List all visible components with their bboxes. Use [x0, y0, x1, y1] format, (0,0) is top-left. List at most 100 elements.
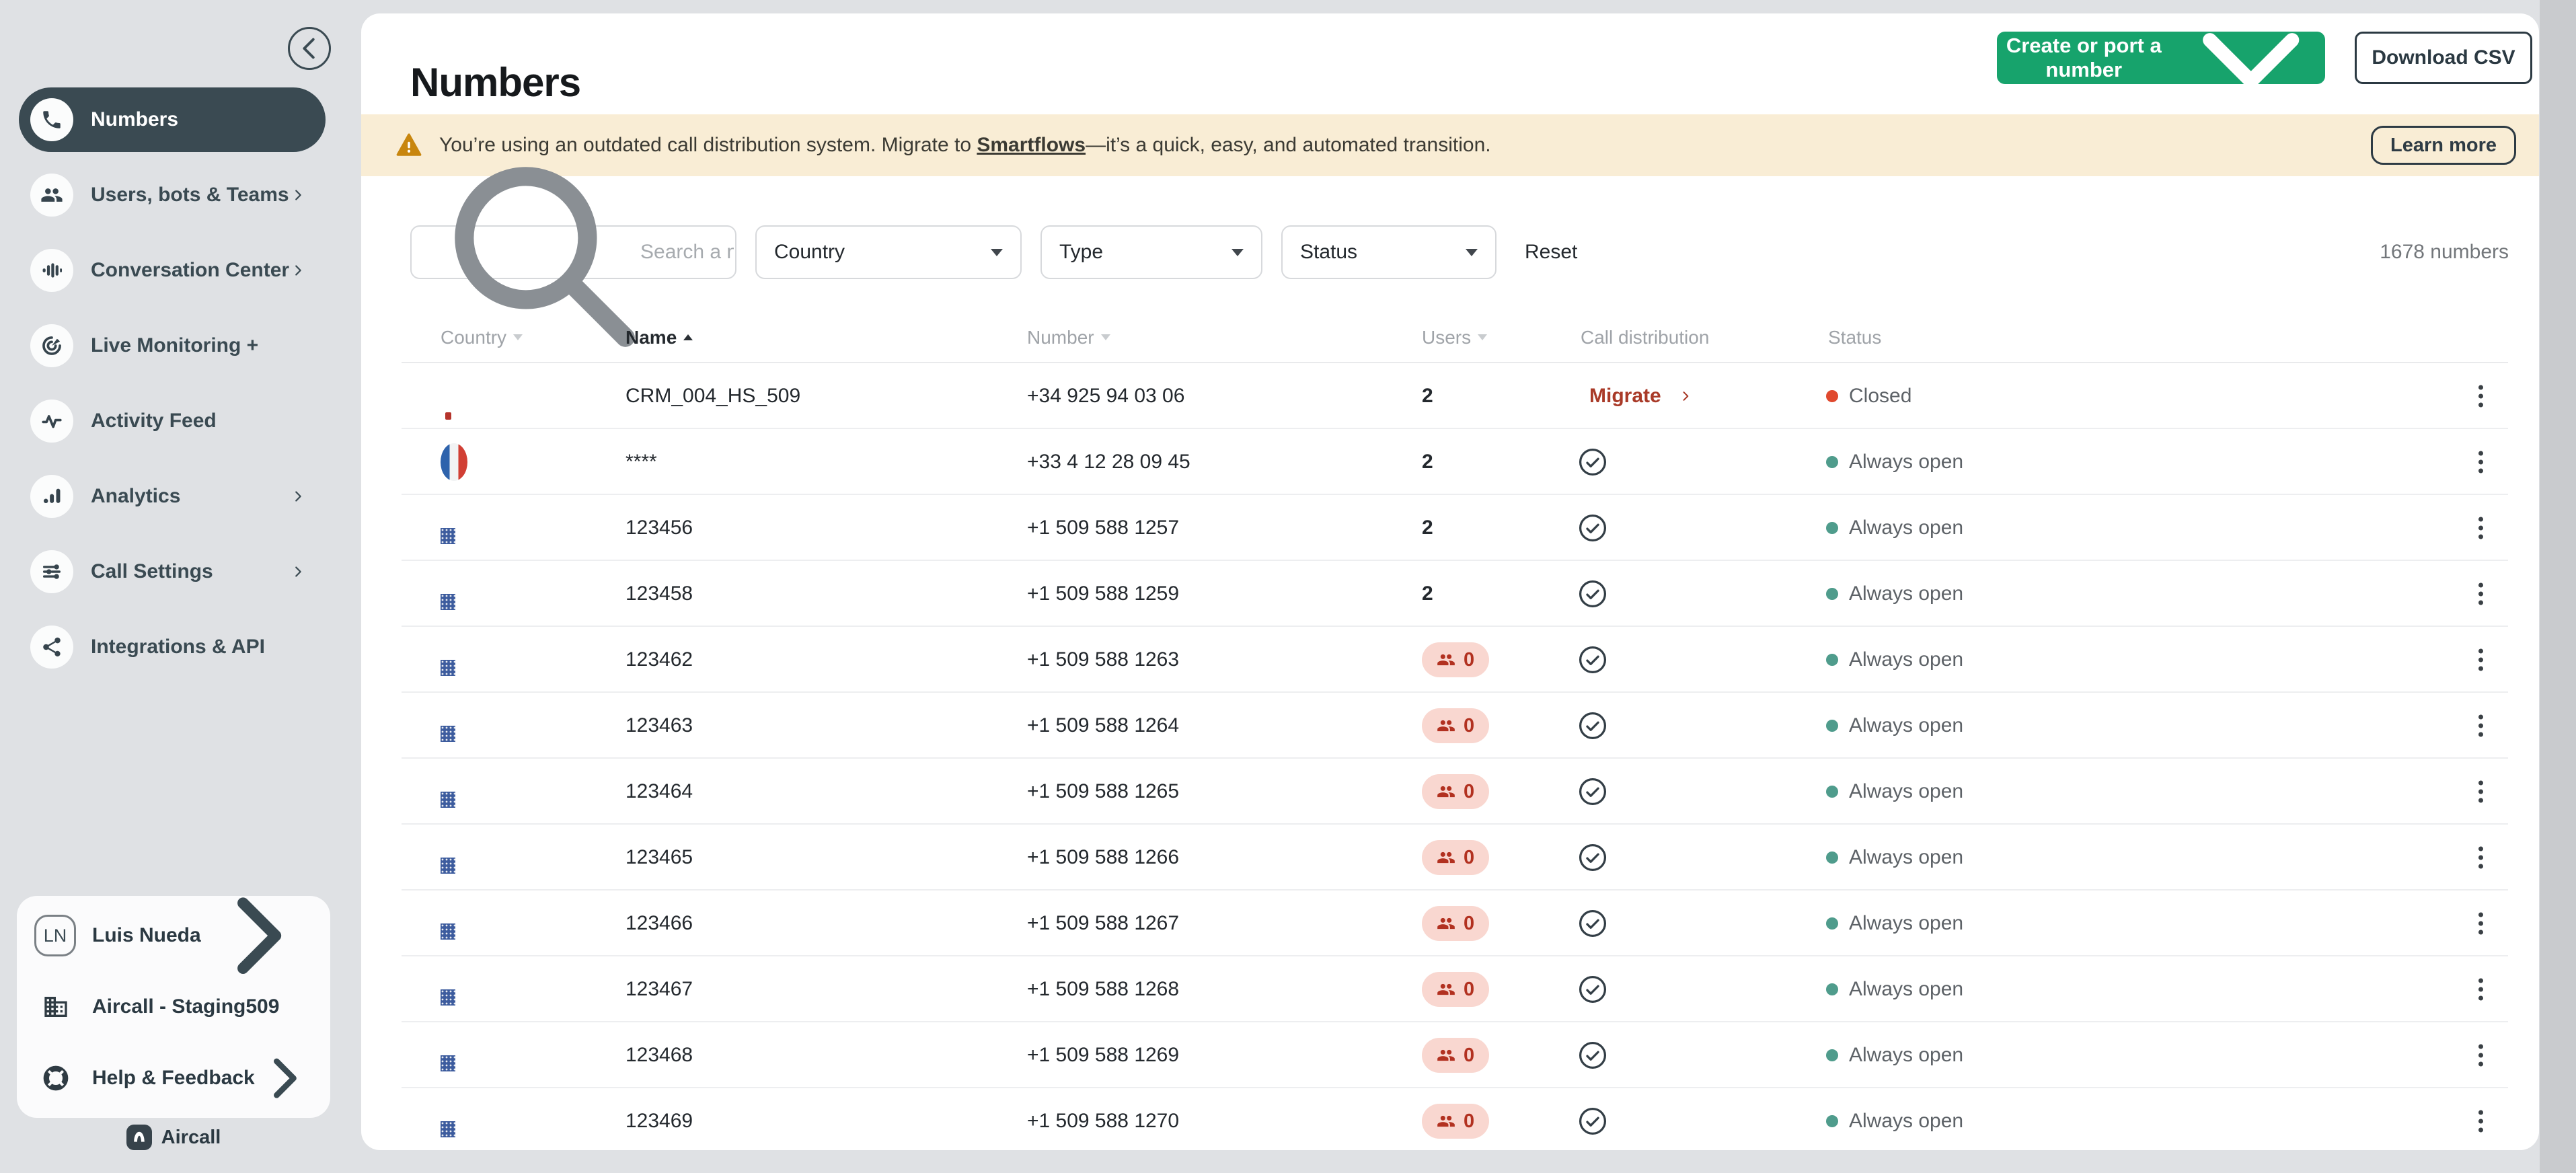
- type-filter-dropdown[interactable]: Type: [1040, 225, 1262, 279]
- kebab-menu-icon[interactable]: [2474, 1106, 2487, 1137]
- caret-down-icon: [1466, 249, 1478, 256]
- sidebar: Numbers Users, bots & Teams Conversation…: [0, 0, 361, 1173]
- sidebar-item-conversation-center[interactable]: Conversation Center: [19, 238, 326, 303]
- status-dot: [1826, 1115, 1838, 1127]
- column-header-name[interactable]: Name: [626, 327, 693, 348]
- sidebar-item-analytics[interactable]: Analytics: [19, 464, 326, 529]
- row-name: 123462: [626, 648, 693, 671]
- scrollbar-track[interactable]: [2540, 0, 2576, 1173]
- migrate-link[interactable]: Migrate: [1589, 385, 1692, 408]
- row-name: 123458: [626, 582, 693, 605]
- sort-down-icon: [1478, 334, 1487, 340]
- create-or-port-number-button[interactable]: Create or port a number: [1997, 32, 2325, 84]
- kebab-menu-icon[interactable]: [2474, 975, 2487, 1005]
- kebab-menu-icon[interactable]: [2474, 513, 2487, 543]
- users-icon: [1437, 716, 1455, 735]
- chevron-down-icon: [2181, 13, 2321, 128]
- users-badge-count: 0: [1464, 715, 1474, 737]
- status-label: Always open: [1849, 582, 1963, 605]
- column-header-users[interactable]: Users: [1422, 327, 1487, 348]
- status-dot: [1826, 786, 1838, 798]
- table-row[interactable]: 123463 +1 509 588 1264 0 Always open: [361, 693, 2539, 759]
- search-input[interactable]: [639, 240, 735, 264]
- table-row[interactable]: 123465 +1 509 588 1266 0 Always open: [361, 825, 2539, 891]
- users-icon: [1437, 650, 1455, 669]
- caret-down-icon: [1232, 249, 1244, 256]
- user-name: Luis Nueda: [92, 924, 201, 947]
- kebab-menu-icon[interactable]: [2474, 1040, 2487, 1071]
- status-dot: [1826, 588, 1838, 600]
- kebab-menu-icon[interactable]: [2474, 579, 2487, 609]
- learn-more-button[interactable]: Learn more: [2371, 126, 2516, 165]
- table-row[interactable]: 123468 +1 509 588 1269 0 Always open: [361, 1022, 2539, 1088]
- table-row[interactable]: 123469 +1 509 588 1270 0 Always open: [361, 1088, 2539, 1150]
- caret-down-icon: [991, 249, 1003, 256]
- chevron-right-icon: [291, 489, 305, 504]
- user-menu-item[interactable]: LN Luis Nueda: [34, 900, 313, 971]
- kebab-menu-icon[interactable]: [2474, 711, 2487, 741]
- page-title: Numbers: [410, 59, 580, 106]
- status-label: Always open: [1849, 1044, 1963, 1067]
- avatar: LN: [34, 915, 76, 956]
- users-count: 2: [1422, 385, 1433, 408]
- sidebar-nav: Numbers Users, bots & Teams Conversation…: [19, 87, 326, 690]
- migration-banner: You’re using an outdated call distributi…: [361, 114, 2539, 176]
- row-number: +1 509 588 1257: [1027, 517, 1179, 539]
- table-row[interactable]: 123462 +1 509 588 1263 0 Always open: [361, 627, 2539, 693]
- chevron-right-icon: [201, 880, 313, 991]
- kebab-menu-icon[interactable]: [2474, 447, 2487, 478]
- table-row[interactable]: 123456 +1 509 588 1257 2 Always open: [361, 495, 2539, 561]
- flag-fr-icon: [441, 443, 467, 481]
- sidebar-item-numbers[interactable]: Numbers: [19, 87, 326, 152]
- row-number: +1 509 588 1263: [1027, 648, 1179, 671]
- reset-filters-button[interactable]: Reset: [1525, 241, 1577, 264]
- chevron-right-icon: [1679, 389, 1692, 403]
- check-circle-icon: [1577, 710, 1608, 741]
- help-label: Help & Feedback: [92, 1067, 255, 1090]
- status-label: Always open: [1849, 978, 1963, 1001]
- network-icon: [30, 626, 73, 669]
- users-count: 2: [1422, 517, 1433, 539]
- table-row[interactable]: 123466 +1 509 588 1267 0 Always open: [361, 891, 2539, 956]
- sidebar-item-users-bots-teams[interactable]: Users, bots & Teams: [19, 163, 326, 227]
- table-row[interactable]: **** +33 4 12 28 09 45 2 Always open: [361, 429, 2539, 495]
- kebab-menu-icon[interactable]: [2474, 909, 2487, 939]
- status-cell: Always open: [1826, 1110, 1963, 1133]
- sidebar-item-integrations-api[interactable]: Integrations & API: [19, 615, 326, 679]
- users-icon: [1437, 914, 1455, 933]
- help-feedback-menu-item[interactable]: Help & Feedback: [34, 1043, 313, 1114]
- sidebar-item-live-monitoring[interactable]: Live Monitoring +: [19, 313, 326, 378]
- table-row[interactable]: 123467 +1 509 588 1268 0 Always open: [361, 956, 2539, 1022]
- status-filter-dropdown[interactable]: Status: [1281, 225, 1497, 279]
- status-dot: [1826, 654, 1838, 666]
- users-badge-count: 0: [1464, 913, 1474, 935]
- account-card: LN Luis Nueda Aircall - Staging509 Help …: [17, 896, 330, 1118]
- table-row[interactable]: 123464 +1 509 588 1265 0 Always open: [361, 759, 2539, 825]
- column-header-number[interactable]: Number: [1027, 327, 1110, 348]
- status-cell: Always open: [1826, 1044, 1963, 1067]
- row-number: +33 4 12 28 09 45: [1027, 451, 1190, 474]
- status-label: Always open: [1849, 517, 1963, 539]
- smartflows-link[interactable]: Smartflows: [977, 134, 1086, 156]
- chevron-right-icon: [255, 1049, 313, 1107]
- table-body: CRM_004_HS_509 +34 925 94 03 06 2 Migrat…: [361, 363, 2539, 1150]
- download-csv-button[interactable]: Download CSV: [2355, 32, 2532, 84]
- country-filter-dropdown[interactable]: Country: [755, 225, 1022, 279]
- check-circle-icon: [1577, 776, 1608, 807]
- sidebar-collapse-button[interactable]: [288, 27, 331, 70]
- building-icon: [42, 993, 69, 1020]
- table-row[interactable]: CRM_004_HS_509 +34 925 94 03 06 2 Migrat…: [361, 363, 2539, 429]
- kebab-menu-icon[interactable]: [2474, 645, 2487, 675]
- sidebar-item-activity-feed[interactable]: Activity Feed: [19, 389, 326, 453]
- row-number: +1 509 588 1266: [1027, 846, 1179, 869]
- status-label: Always open: [1849, 846, 1963, 869]
- kebab-menu-icon[interactable]: [2474, 843, 2487, 873]
- status-cell: Always open: [1826, 648, 1963, 671]
- users-icon: [1437, 980, 1455, 999]
- row-number: +1 509 588 1267: [1027, 912, 1179, 935]
- column-header-country[interactable]: Country: [441, 327, 523, 348]
- kebab-menu-icon[interactable]: [2474, 381, 2487, 412]
- kebab-menu-icon[interactable]: [2474, 777, 2487, 807]
- table-row[interactable]: 123458 +1 509 588 1259 2 Always open: [361, 561, 2539, 627]
- sidebar-item-call-settings[interactable]: Call Settings: [19, 539, 326, 604]
